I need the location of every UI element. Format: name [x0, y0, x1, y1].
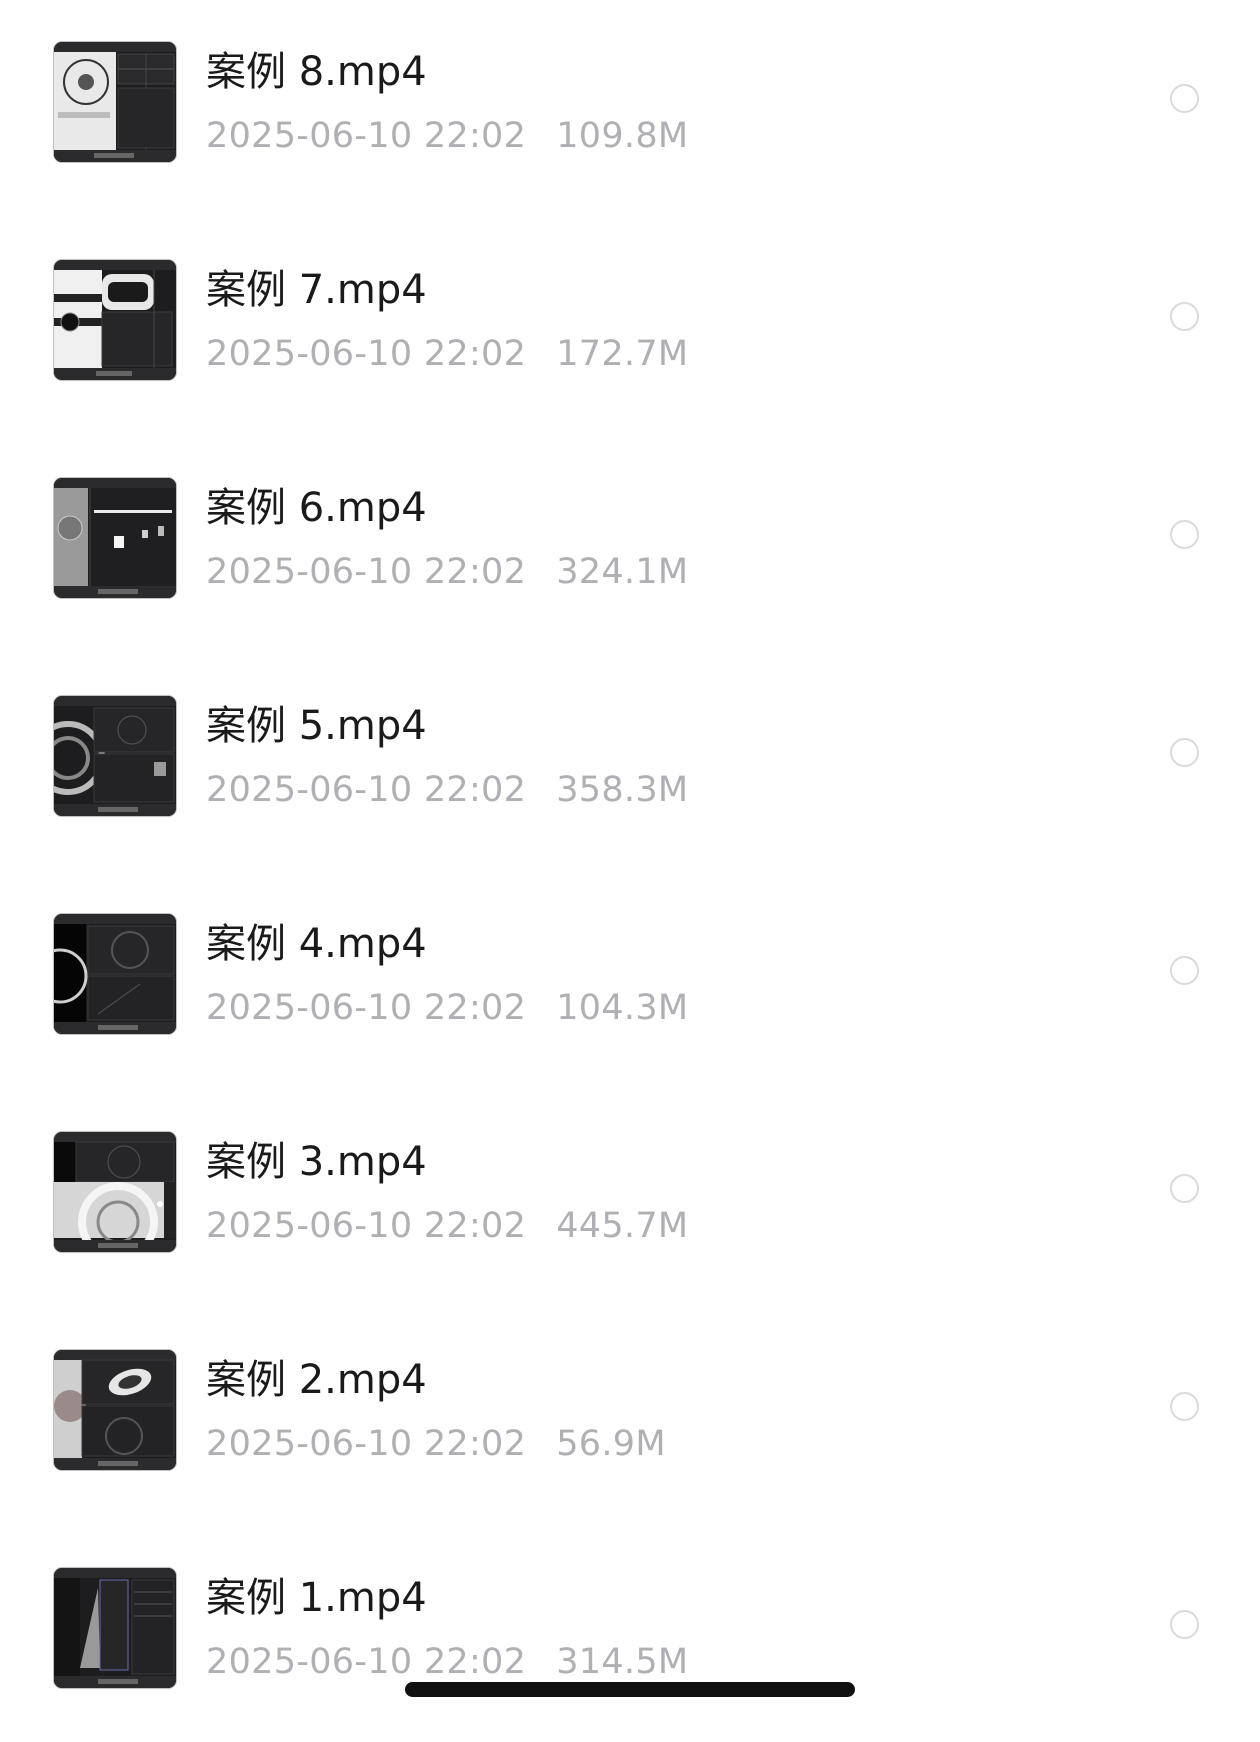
file-row[interactable]: 案例 3.mp4 2025-06-10 22:02 445.7M [0, 1090, 1260, 1306]
video-thumbnail-icon [54, 260, 176, 380]
video-thumbnail-icon [54, 42, 176, 162]
file-date: 2025-06-10 22:02 [206, 116, 527, 156]
file-date: 2025-06-10 22:02 [206, 334, 527, 374]
file-name: 案例 7.mp4 [206, 267, 427, 313]
file-meta: 2025-06-10 22:02 445.7M [206, 1202, 688, 1250]
file-row[interactable]: 案例 4.mp4 2025-06-10 22:02 104.3M [0, 872, 1260, 1088]
home-indicator[interactable] [405, 1682, 855, 1697]
select-radio[interactable] [1170, 84, 1199, 113]
file-name: 案例 6.mp4 [206, 485, 427, 531]
file-name: 案例 2.mp4 [206, 1357, 427, 1403]
video-thumbnail-icon [54, 696, 176, 816]
file-meta: 2025-06-10 22:02 172.7M [206, 330, 688, 378]
file-date: 2025-06-10 22:02 [206, 770, 527, 810]
file-meta: 2025-06-10 22:02 324.1M [206, 548, 688, 596]
file-name: 案例 4.mp4 [206, 921, 427, 967]
file-row[interactable]: 案例 8.mp4 2025-06-10 22:02 109.8M [0, 0, 1260, 216]
file-meta: 2025-06-10 22:02 358.3M [206, 766, 688, 814]
file-size: 172.7M [556, 334, 689, 374]
select-radio[interactable] [1170, 1174, 1199, 1203]
file-size: 109.8M [556, 116, 689, 156]
file-meta: 2025-06-10 22:02 56.9M [206, 1420, 666, 1468]
file-date: 2025-06-10 22:02 [206, 1642, 527, 1682]
file-size: 104.3M [556, 988, 689, 1028]
file-size: 445.7M [556, 1206, 689, 1246]
file-date: 2025-06-10 22:02 [206, 988, 527, 1028]
file-meta: 2025-06-10 22:02 104.3M [206, 984, 688, 1032]
video-thumbnail-icon [54, 914, 176, 1034]
file-date: 2025-06-10 22:02 [206, 1206, 527, 1246]
video-thumbnail-icon [54, 1350, 176, 1470]
video-thumbnail-icon [54, 1568, 176, 1688]
select-radio[interactable] [1170, 1392, 1199, 1421]
select-radio[interactable] [1170, 956, 1199, 985]
file-name: 案例 3.mp4 [206, 1139, 427, 1185]
file-name: 案例 5.mp4 [206, 703, 427, 749]
file-row[interactable]: 案例 5.mp4 2025-06-10 22:02 358.3M [0, 654, 1260, 870]
select-radio[interactable] [1170, 520, 1199, 549]
file-size: 56.9M [556, 1424, 666, 1464]
file-row[interactable]: 案例 1.mp4 2025-06-10 22:02 314.5M [0, 1526, 1260, 1742]
select-radio[interactable] [1170, 1610, 1199, 1639]
file-name: 案例 8.mp4 [206, 49, 427, 95]
select-radio[interactable] [1170, 738, 1199, 767]
select-radio[interactable] [1170, 302, 1199, 331]
file-name: 案例 1.mp4 [206, 1575, 427, 1621]
file-row[interactable]: 案例 7.mp4 2025-06-10 22:02 172.7M [0, 218, 1260, 434]
file-size: 324.1M [556, 552, 689, 592]
file-list: 案例 8.mp4 2025-06-10 22:02 109.8M 案例 7.mp4… [0, 0, 1260, 1712]
file-date: 2025-06-10 22:02 [206, 552, 527, 592]
video-thumbnail-icon [54, 478, 176, 598]
file-meta: 2025-06-10 22:02 314.5M [206, 1638, 688, 1686]
file-size: 358.3M [556, 770, 689, 810]
video-thumbnail-icon [54, 1132, 176, 1252]
file-row[interactable]: 案例 2.mp4 2025-06-10 22:02 56.9M [0, 1308, 1260, 1524]
file-date: 2025-06-10 22:02 [206, 1424, 527, 1464]
file-size: 314.5M [556, 1642, 689, 1682]
file-meta: 2025-06-10 22:02 109.8M [206, 112, 688, 160]
file-row[interactable]: 案例 6.mp4 2025-06-10 22:02 324.1M [0, 436, 1260, 652]
